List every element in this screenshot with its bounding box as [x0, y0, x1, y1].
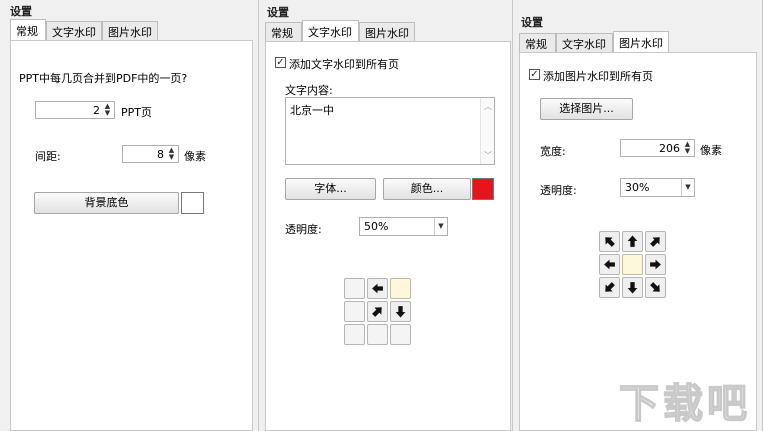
spacing-value: 8: [157, 148, 164, 161]
arrow-down-icon: [627, 282, 638, 294]
tab-bar: 常规 文字水印 图片水印: [519, 31, 759, 52]
position-top-right[interactable]: [645, 231, 666, 252]
position-bottom-right[interactable]: [645, 277, 666, 298]
position-middle-right[interactable]: [390, 301, 411, 322]
position-grid: [344, 278, 413, 347]
tab-text-watermark[interactable]: 文字水印: [556, 33, 613, 52]
arrow-down-left-icon: [605, 282, 615, 292]
watermark-text-area[interactable]: 北京一中 ︿ ﹀: [285, 97, 495, 165]
tab-bar: 常规 文字水印 图片水印: [10, 19, 255, 40]
position-bottom-center[interactable]: [367, 324, 388, 345]
pages-per-sheet-question: PPT中每几页合并到PDF中的一页?: [19, 72, 188, 85]
tab-text-watermark[interactable]: 文字水印: [302, 20, 359, 41]
position-middle-left[interactable]: [344, 301, 365, 322]
settings-panel-image-watermark: 设置 常规 文字水印 图片水印 ✓ 添加图片水印到所有页 选择图片... 宽度:…: [513, 0, 763, 431]
position-top-right[interactable]: [390, 278, 411, 299]
width-label: 宽度:: [540, 145, 566, 158]
arrow-up-icon: [627, 235, 638, 247]
tab-text-watermark[interactable]: 文字水印: [46, 21, 102, 40]
opacity-select[interactable]: 30% ▼: [620, 178, 695, 197]
tab-image-watermark[interactable]: 图片水印: [359, 22, 415, 41]
arrow-up-right-icon: [372, 307, 382, 317]
text-color-swatch[interactable]: [472, 178, 494, 200]
position-middle-left[interactable]: [599, 254, 620, 275]
width-unit-label: 像素: [700, 144, 722, 157]
watermark-text-value: 北京一中: [290, 104, 334, 117]
text-area-scrollbar[interactable]: ︿ ﹀: [480, 98, 494, 164]
width-value: 206: [659, 142, 680, 155]
position-top-center[interactable]: [622, 231, 643, 252]
position-bottom-center[interactable]: [622, 277, 643, 298]
position-center[interactable]: [622, 254, 643, 275]
chevron-down-icon[interactable]: ▼: [434, 218, 447, 235]
tab-image-watermark[interactable]: 图片水印: [613, 31, 669, 52]
tab-general[interactable]: 常规: [10, 19, 46, 40]
background-color-button[interactable]: 背景底色: [34, 192, 179, 214]
position-bottom-right[interactable]: [390, 324, 411, 345]
scroll-down-icon[interactable]: ﹀: [484, 150, 492, 161]
position-top-left[interactable]: [344, 278, 365, 299]
panel-title: 设置: [267, 6, 289, 19]
arrow-left-icon: [372, 283, 383, 294]
tab-bar: 常规 文字水印 图片水印: [265, 20, 505, 41]
arrow-up-left-icon: [605, 237, 615, 247]
spacing-unit-label: 像素: [184, 150, 206, 163]
position-middle-center[interactable]: [367, 301, 388, 322]
stepper-arrows-icon[interactable]: ▲ ▼: [167, 147, 176, 161]
stepper-arrows-icon[interactable]: ▲ ▼: [103, 103, 112, 117]
position-middle-right[interactable]: [645, 254, 666, 275]
add-image-watermark-checkbox[interactable]: ✓: [529, 69, 540, 80]
opacity-value: 50%: [364, 220, 389, 233]
width-stepper[interactable]: 206 ▲ ▼: [620, 139, 695, 157]
arrow-down-right-icon: [650, 282, 660, 292]
arrow-up-right-icon: [650, 237, 660, 247]
chevron-down-icon[interactable]: ▼: [681, 179, 694, 196]
tab-content: ✓ 添加文字水印到所有页 文字内容: 北京一中 ︿ ﹀ 字体... 颜色... …: [265, 41, 511, 431]
stepper-arrows-icon[interactable]: ▲ ▼: [683, 141, 692, 155]
tab-general[interactable]: 常规: [265, 22, 302, 41]
panel-title: 设置: [521, 16, 543, 29]
scroll-up-icon[interactable]: ︿: [484, 101, 492, 112]
spacing-label: 间距:: [35, 150, 61, 163]
tab-image-watermark[interactable]: 图片水印: [102, 21, 158, 40]
panel-title: 设置: [10, 5, 32, 18]
site-watermark-logo: 下载吧: [619, 380, 751, 425]
svg-text:下载吧: 下载吧: [619, 381, 751, 425]
settings-panel-text-watermark: 设置 常规 文字水印 图片水印 ✓ 添加文字水印到所有页 文字内容: 北京一中 …: [259, 0, 513, 431]
add-image-watermark-label: 添加图片水印到所有页: [543, 70, 653, 83]
pages-value: 2: [93, 104, 100, 117]
position-grid: [599, 231, 668, 300]
pages-unit-label: PPT页: [121, 106, 152, 119]
add-text-watermark-checkbox[interactable]: ✓: [275, 57, 286, 68]
opacity-select[interactable]: 50% ▼: [359, 217, 448, 236]
settings-panel-general: 设置 常规 文字水印 图片水印 PPT中每几页合并到PDF中的一页? 2 ▲ ▼ …: [0, 0, 259, 431]
arrow-left-icon: [604, 259, 615, 270]
position-top-center[interactable]: [367, 278, 388, 299]
tab-general[interactable]: 常规: [519, 33, 556, 52]
arrow-right-icon: [650, 259, 661, 270]
font-button[interactable]: 字体...: [285, 178, 376, 200]
color-button[interactable]: 颜色...: [383, 178, 471, 200]
add-text-watermark-label: 添加文字水印到所有页: [289, 58, 399, 71]
select-image-button[interactable]: 选择图片...: [540, 98, 633, 120]
background-color-swatch[interactable]: [181, 192, 204, 214]
arrow-down-icon: [395, 306, 406, 318]
content-label: 文字内容:: [285, 84, 333, 97]
opacity-value: 30%: [625, 181, 650, 194]
opacity-label: 透明度:: [285, 223, 322, 236]
position-bottom-left[interactable]: [599, 277, 620, 298]
spacing-stepper[interactable]: 8 ▲ ▼: [122, 145, 179, 163]
opacity-label: 透明度:: [540, 184, 577, 197]
tab-content: PPT中每几页合并到PDF中的一页? 2 ▲ ▼ PPT页 间距: 8 ▲ ▼ 像素…: [10, 40, 253, 431]
pages-per-sheet-stepper[interactable]: 2 ▲ ▼: [35, 101, 115, 119]
position-bottom-left[interactable]: [344, 324, 365, 345]
position-top-left[interactable]: [599, 231, 620, 252]
